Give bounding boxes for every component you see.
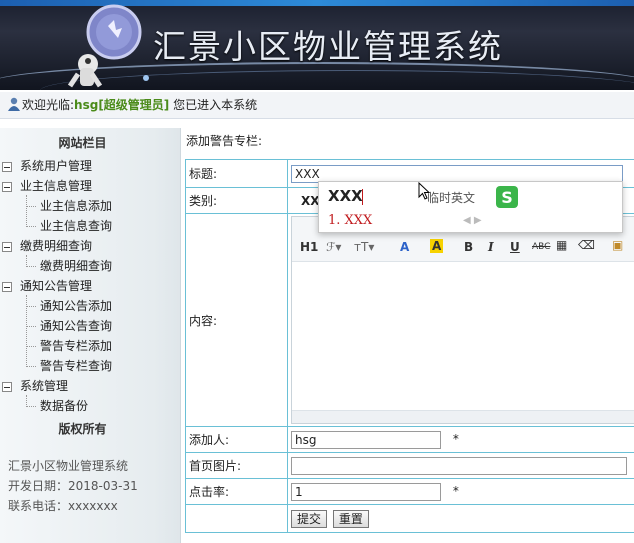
svg-text:S: S: [501, 188, 513, 207]
title-label: 标题:: [185, 159, 288, 188]
font-size-icon[interactable]: ᴛT▾: [354, 240, 374, 254]
welcome-bar: 欢迎光临:hsg[超级管理员] 您已进入本系统: [0, 92, 634, 119]
underline-button[interactable]: U: [510, 240, 520, 254]
font-color-button[interactable]: A: [400, 240, 409, 254]
clicks-cell: 1 *: [287, 478, 634, 505]
actions-cell: 提交 重置: [287, 504, 634, 533]
sogou-ime-icon[interactable]: S: [494, 184, 520, 210]
form-row-image: 首页图片:: [185, 452, 634, 479]
bold-button[interactable]: B: [464, 240, 473, 254]
category-label: 类别:: [185, 187, 288, 214]
ime-composition: XXX: [328, 187, 363, 205]
sidebar-group-label: 通知公告管理: [20, 279, 93, 293]
ime-candidate-1[interactable]: 1. XXX: [328, 213, 372, 228]
tree-line: [26, 266, 36, 267]
app-title: 汇景小区物业管理系统: [153, 27, 503, 66]
tree-line: [26, 206, 36, 207]
title-input[interactable]: XXX: [291, 164, 623, 183]
footer-dev-date: 开发日期：2018-03-31: [8, 479, 138, 493]
welcome-suffix: 您已进入本系统: [173, 98, 258, 112]
actions-label: [185, 504, 288, 533]
image-icon[interactable]: ▣: [612, 238, 623, 252]
collapse-icon[interactable]: [2, 182, 12, 192]
sidebar-item-notice-query[interactable]: 通知公告查询: [40, 317, 112, 335]
footer-system-name: 汇景小区物业管理系统: [8, 459, 129, 473]
tree-line: [26, 255, 27, 265]
ime-page-arrows-icon[interactable]: ◀ ▶: [463, 215, 482, 226]
font-family-icon[interactable]: ℱ▾: [326, 240, 341, 254]
sidebar-item-warning-query[interactable]: 警告专栏查询: [40, 357, 112, 375]
form-row-actions: 提交 重置: [185, 504, 634, 533]
copyright-title: 版权所有: [58, 422, 107, 436]
header-banner: 汇景小区物业管理系统: [0, 0, 634, 90]
image-input[interactable]: [291, 456, 627, 475]
image-cell: [287, 452, 634, 479]
content-label: 内容:: [185, 213, 288, 427]
heading-button[interactable]: H1: [300, 240, 318, 254]
required-mark: *: [452, 432, 459, 446]
sidebar-title: 网站栏目: [58, 136, 107, 150]
sidebar-item-owner-query[interactable]: 业主信息查询: [40, 217, 112, 235]
tree-line: [26, 306, 36, 307]
ime-popup: XXX 临时英文 S 1. XXX ◀ ▶: [318, 181, 623, 233]
strikethrough-button[interactable]: ABC: [532, 242, 550, 252]
form-row-clicks: 点击率: 1 *: [185, 478, 634, 505]
tree-line: [26, 366, 36, 367]
footer-phone: 联系电话：xxxxxxx: [8, 499, 118, 513]
table-icon[interactable]: ▦: [556, 238, 567, 252]
sidebar-item-notice-add[interactable]: 通知公告添加: [40, 297, 112, 315]
sidebar: 网站栏目 系统用户管理 业主信息管理 业主信息添加 业主信息查询 缴费明细查询 …: [0, 128, 181, 543]
sidebar-item-payment-query[interactable]: 缴费明细查询: [40, 257, 112, 275]
highlight-button[interactable]: A: [430, 239, 444, 253]
sidebar-item-warning-add[interactable]: 警告专栏添加: [40, 337, 112, 355]
editor-statusbar: [292, 410, 634, 423]
mascot-logo-icon: [67, 4, 149, 88]
tree-line: [26, 226, 36, 227]
adder-cell: hsg *: [287, 426, 634, 453]
form-row-content: 内容: H1 ℱ▾ ᴛT▾ A A B I U ABC ▦ ⌫ ▣: [185, 213, 634, 427]
adder-label: 添加人:: [185, 426, 288, 453]
sidebar-item-backup[interactable]: 数据备份: [40, 397, 88, 415]
submit-button[interactable]: 提交: [291, 509, 328, 528]
tree-line: [26, 395, 27, 405]
image-label: 首页图片:: [185, 452, 288, 479]
page-title: 添加警告专栏:: [186, 134, 263, 148]
sidebar-group-label: 缴费明细查询: [20, 239, 93, 253]
tree-line: [26, 326, 36, 327]
category-select[interactable]: XX: [301, 194, 320, 208]
rich-text-editor[interactable]: H1 ℱ▾ ᴛT▾ A A B I U ABC ▦ ⌫ ▣: [291, 216, 634, 424]
user-icon: [8, 97, 20, 111]
content-cell: H1 ℱ▾ ᴛT▾ A A B I U ABC ▦ ⌫ ▣: [287, 213, 634, 427]
tree-line: [26, 195, 27, 225]
adder-input[interactable]: hsg: [291, 430, 441, 449]
reset-button[interactable]: 重置: [332, 509, 369, 528]
ime-hint: 临时英文: [427, 191, 476, 205]
welcome-prefix: 欢迎光临:: [22, 98, 75, 112]
tree-line: [26, 406, 36, 407]
required-mark: *: [452, 484, 459, 498]
text-caret: [362, 189, 363, 205]
collapse-icon[interactable]: [2, 382, 12, 392]
collapse-icon[interactable]: [2, 242, 12, 252]
current-user: hsg[超级管理员]: [74, 98, 170, 112]
tree-line: [26, 346, 36, 347]
clicks-input[interactable]: 1: [291, 482, 441, 501]
italic-button[interactable]: I: [488, 240, 494, 254]
form-row-adder: 添加人: hsg *: [185, 426, 634, 453]
sidebar-group-label: 系统用户管理: [20, 159, 93, 173]
clicks-label: 点击率:: [185, 478, 288, 505]
eraser-icon[interactable]: ⌫: [578, 238, 595, 252]
expand-icon[interactable]: [2, 162, 12, 172]
collapse-icon[interactable]: [2, 282, 12, 292]
sidebar-group-label: 系统管理: [20, 379, 69, 393]
sidebar-item-owner-add[interactable]: 业主信息添加: [40, 197, 112, 215]
sidebar-group-label: 业主信息管理: [20, 179, 93, 193]
